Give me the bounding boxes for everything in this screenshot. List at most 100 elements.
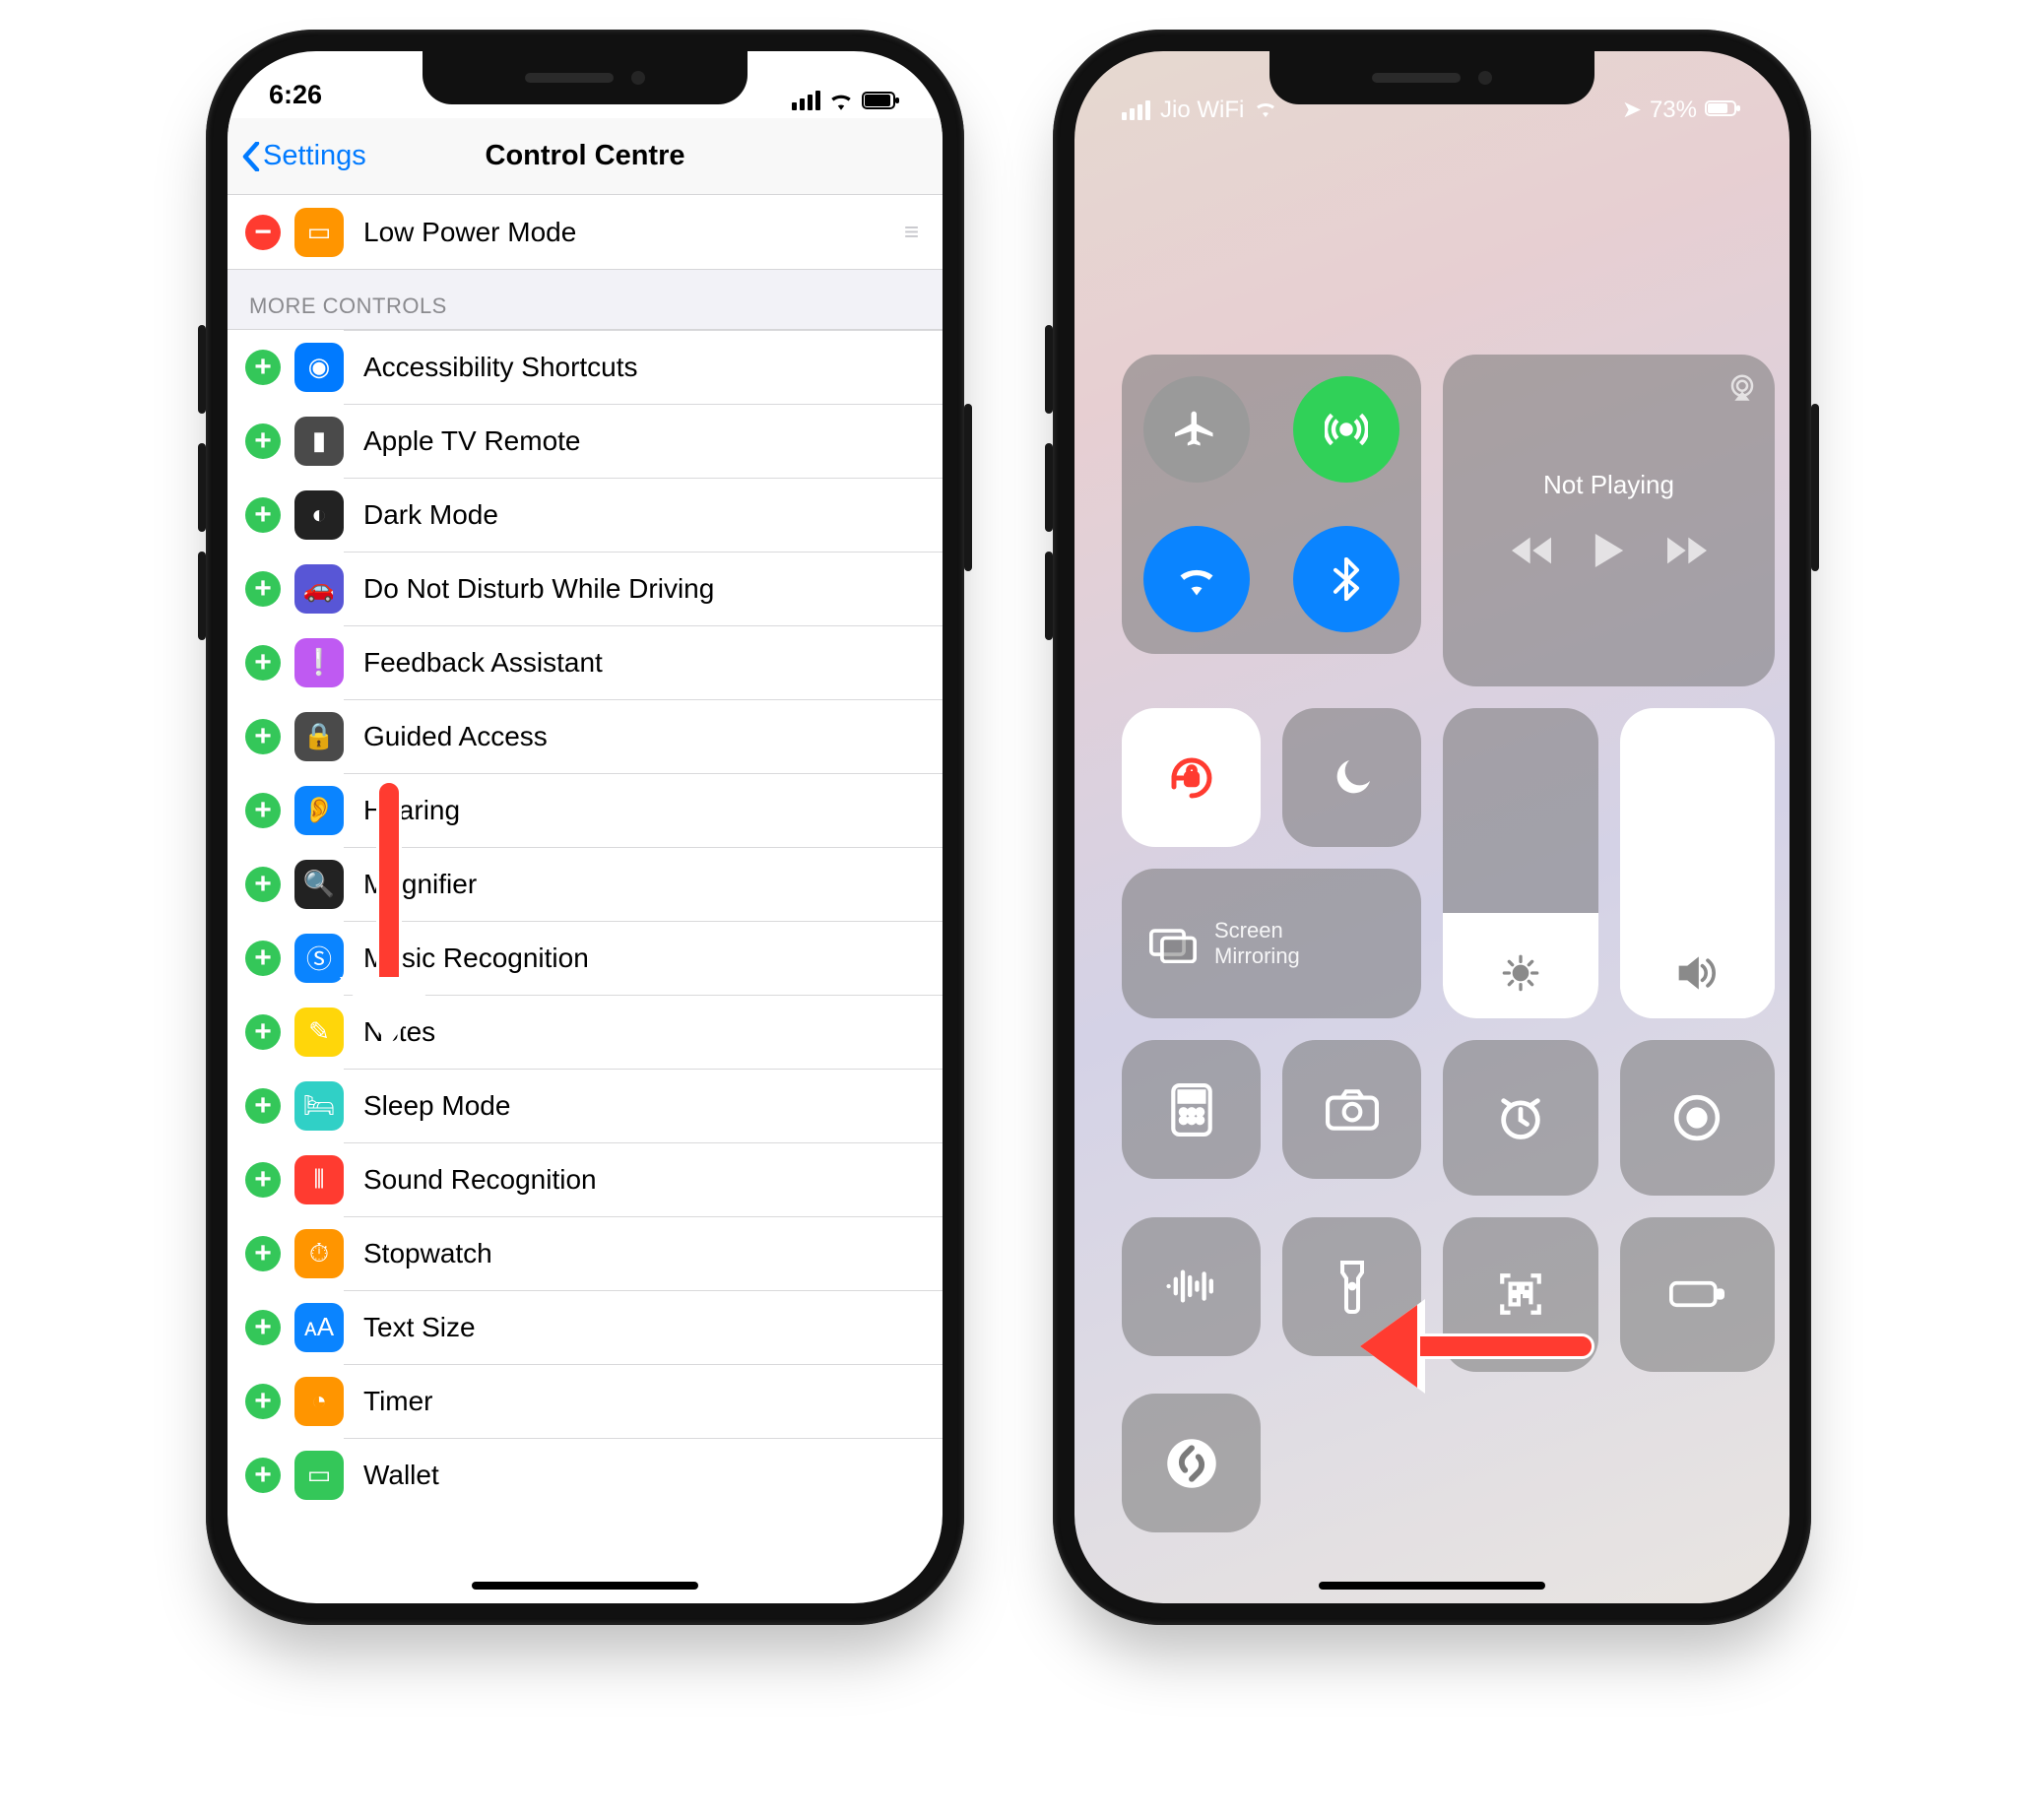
cellular-icon: [792, 91, 820, 110]
orientation-lock-tile[interactable]: [1122, 708, 1261, 847]
add-button[interactable]: +: [245, 1236, 281, 1271]
wifi-icon: [828, 91, 854, 110]
add-button[interactable]: +: [245, 793, 281, 828]
accessibility-icon: ◉: [294, 343, 344, 392]
calculator-tile[interactable]: [1122, 1040, 1261, 1179]
volume-slider[interactable]: [1620, 708, 1776, 1018]
add-button[interactable]: +: [245, 645, 281, 681]
forward-button[interactable]: [1667, 537, 1707, 569]
lock-icon: 🔒: [294, 712, 344, 761]
airplay-icon[interactable]: [1727, 372, 1757, 407]
battery-icon: ▭: [294, 208, 344, 257]
back-button[interactable]: Settings: [241, 140, 366, 172]
control-row-accessibility-shortcuts: + ◉ Accessibility Shortcuts: [228, 330, 943, 404]
add-button[interactable]: +: [245, 1162, 281, 1198]
control-row-apple-tv-remote: + ▮ Apple TV Remote: [228, 404, 943, 478]
control-row-hearing: + 👂 Hearing: [228, 773, 943, 847]
notes-icon: ✎: [294, 1008, 344, 1057]
play-button[interactable]: [1594, 534, 1624, 572]
waveform-icon: ⦀: [294, 1155, 344, 1204]
add-button[interactable]: +: [245, 1088, 281, 1124]
add-button[interactable]: +: [245, 867, 281, 902]
camera-tile[interactable]: [1282, 1040, 1421, 1179]
moon-circle-icon: ◐: [294, 490, 344, 540]
add-button[interactable]: +: [245, 350, 281, 385]
add-button[interactable]: +: [245, 1458, 281, 1493]
control-row-feedback-assistant: + ❕ Feedback Assistant: [228, 625, 943, 699]
shazam-icon: Ⓢ: [294, 934, 344, 983]
control-row-sound-recognition: + ⦀ Sound Recognition: [228, 1142, 943, 1216]
control-row-low-power-mode: − ▭ Low Power Mode ≡: [228, 195, 943, 269]
control-center-screen: Jio WiFi ➤ 73%: [1074, 51, 1789, 1603]
media-module[interactable]: Not Playing: [1443, 355, 1775, 686]
cellular-icon: [1122, 100, 1150, 120]
control-label: Guided Access: [363, 721, 548, 752]
cellular-toggle[interactable]: [1293, 376, 1399, 483]
home-indicator[interactable]: [472, 1582, 698, 1590]
control-label: Timer: [363, 1386, 433, 1417]
add-button[interactable]: +: [245, 941, 281, 976]
add-button[interactable]: +: [245, 423, 281, 459]
bluetooth-toggle[interactable]: [1293, 526, 1399, 632]
iphone-frame-left: 6:26 Settings Control Centre − ▭ Low Pow…: [206, 30, 964, 1625]
notch: [423, 51, 748, 104]
home-indicator[interactable]: [1319, 1582, 1545, 1590]
control-label: Feedback Assistant: [363, 647, 603, 679]
control-row-dark-mode: + ◐ Dark Mode: [228, 478, 943, 552]
cc-grid: Not Playing: [1122, 355, 1742, 1467]
control-row-guided-access: + 🔒 Guided Access: [228, 699, 943, 773]
battery-icon: [1705, 97, 1742, 124]
alarm-tile[interactable]: [1443, 1040, 1598, 1196]
voice-memo-tile[interactable]: [1122, 1217, 1261, 1356]
remove-button[interactable]: −: [245, 215, 281, 250]
drag-handle-icon[interactable]: ≡: [904, 217, 921, 247]
notch: [1269, 51, 1594, 104]
battery-percent: 73%: [1650, 97, 1697, 124]
control-label: Dark Mode: [363, 499, 498, 531]
nav-bar: Settings Control Centre: [228, 118, 943, 195]
rewind-button[interactable]: [1512, 537, 1551, 569]
timer-icon: ◔: [294, 1377, 344, 1426]
car-icon: 🚗: [294, 564, 344, 614]
control-row-dnd-driving: + 🚗 Do Not Disturb While Driving: [228, 552, 943, 625]
add-button[interactable]: +: [245, 1384, 281, 1419]
control-row-magnifier: + 🔍 Magnifier: [228, 847, 943, 921]
low-power-tile[interactable]: [1620, 1217, 1776, 1373]
control-label: Accessibility Shortcuts: [363, 352, 638, 383]
control-row-timer: + ◔ Timer: [228, 1364, 943, 1438]
add-button[interactable]: +: [245, 1310, 281, 1345]
dnd-tile[interactable]: [1282, 708, 1421, 847]
control-label: Sleep Mode: [363, 1090, 510, 1122]
control-label: Sound Recognition: [363, 1164, 597, 1196]
add-button[interactable]: +: [245, 1014, 281, 1050]
status-time: 6:26: [269, 80, 322, 110]
shazam-tile[interactable]: [1122, 1394, 1261, 1532]
control-row-sleep-mode: + 🛏 Sleep Mode: [228, 1069, 943, 1142]
screen-record-tile[interactable]: [1620, 1040, 1776, 1196]
control-label: Apple TV Remote: [363, 425, 581, 457]
annotation-arrow-left: [1360, 1305, 1594, 1388]
control-row-stopwatch: + ⏱ Stopwatch: [228, 1216, 943, 1290]
wallet-icon: ▭: [294, 1451, 344, 1500]
add-button[interactable]: +: [245, 497, 281, 533]
add-button[interactable]: +: [245, 571, 281, 607]
status-icons: [792, 91, 901, 110]
stopwatch-icon: ⏱: [294, 1229, 344, 1278]
brightness-slider[interactable]: [1443, 708, 1598, 1018]
media-title: Not Playing: [1543, 470, 1674, 500]
location-icon: ➤: [1622, 96, 1642, 124]
controls-list[interactable]: − ▭ Low Power Mode ≡ MORE CONTROLS + ◉ A…: [228, 195, 943, 1512]
carrier-label: Jio WiFi: [1160, 97, 1244, 124]
text-size-icon: ᴀA: [294, 1303, 344, 1352]
wifi-icon: [1254, 97, 1277, 124]
control-row-notes: + ✎ Notes: [228, 995, 943, 1069]
magnifier-icon: 🔍: [294, 860, 344, 909]
battery-icon: [862, 91, 901, 110]
add-button[interactable]: +: [245, 719, 281, 754]
remote-icon: ▮: [294, 417, 344, 466]
screen-mirroring-tile[interactable]: ScreenMirroring: [1122, 869, 1421, 1018]
wifi-toggle[interactable]: [1143, 526, 1250, 632]
airplane-toggle[interactable]: [1143, 376, 1250, 483]
control-row-text-size: + ᴀA Text Size: [228, 1290, 943, 1364]
connectivity-module[interactable]: [1122, 355, 1421, 654]
